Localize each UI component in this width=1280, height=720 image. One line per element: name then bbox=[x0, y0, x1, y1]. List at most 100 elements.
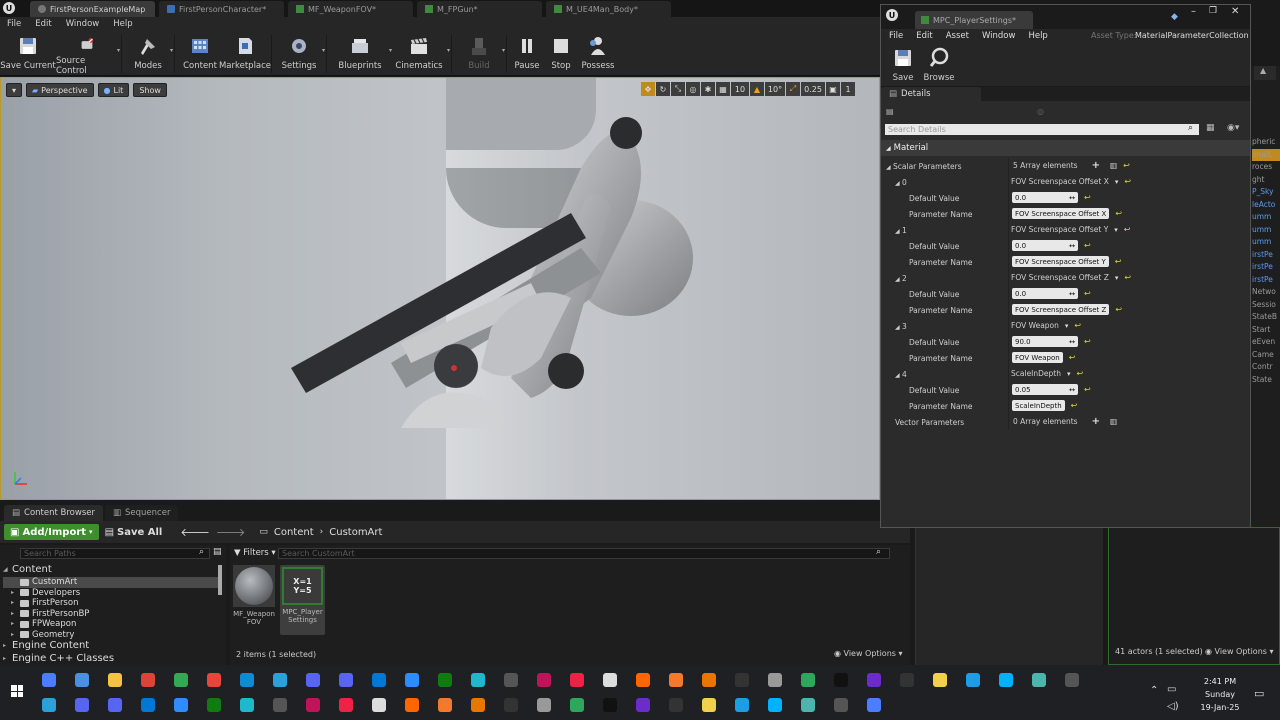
maps-icon[interactable] bbox=[801, 673, 815, 687]
minecraft-icon[interactable] bbox=[207, 698, 221, 712]
save-current-button[interactable]: Save Current bbox=[0, 31, 56, 76]
surface-snap-icon[interactable]: ✱ bbox=[701, 82, 715, 96]
menu-edit[interactable]: Edit bbox=[916, 31, 932, 41]
collapsed-arrow-icon[interactable]: ▸ bbox=[11, 619, 17, 630]
scale-icon[interactable]: ⤡ bbox=[671, 82, 685, 96]
parameter-name-input[interactable]: FOV Weapon bbox=[1012, 352, 1063, 363]
zoom-icon[interactable] bbox=[405, 673, 419, 687]
reset-arrow-icon[interactable]: ↩ bbox=[1077, 369, 1084, 378]
messenger-icon[interactable] bbox=[999, 673, 1013, 687]
collapsed-arrow-icon[interactable]: ▸ bbox=[3, 641, 9, 652]
outliner-item[interactable]: irstPe bbox=[1252, 261, 1280, 274]
save-button[interactable]: Save bbox=[890, 47, 916, 87]
outliner-item[interactable]: eEven bbox=[1252, 336, 1280, 349]
reset-arrow-icon[interactable]: ↩ bbox=[1084, 193, 1091, 202]
vpn-icon[interactable] bbox=[1032, 673, 1046, 687]
affinity-icon[interactable] bbox=[306, 698, 320, 712]
material-category-header[interactable]: ◢ Material bbox=[881, 140, 1250, 156]
outliner-item[interactable]: Came bbox=[1252, 349, 1280, 362]
show-button[interactable]: Show bbox=[133, 83, 167, 97]
sync-icon[interactable] bbox=[966, 673, 980, 687]
view-options-icon[interactable]: ▦ bbox=[1206, 123, 1215, 133]
collapsed-arrow-icon[interactable]: ▸ bbox=[11, 588, 17, 599]
doc-tab-mf-weaponfov[interactable]: MF_WeaponFOV* bbox=[288, 1, 413, 17]
visual-studio-icon[interactable] bbox=[438, 698, 452, 712]
tray-up-arrow-icon[interactable]: ⌃ bbox=[1150, 685, 1158, 696]
reset-arrow-icon[interactable]: ↩ bbox=[1124, 177, 1131, 186]
menu-help[interactable]: Help bbox=[113, 19, 132, 29]
pin-icon[interactable]: ◆ bbox=[1171, 12, 1178, 22]
outliner-item[interactable]: State bbox=[1252, 374, 1280, 387]
view-options-button[interactable]: ◉ View Options ▾ bbox=[1205, 647, 1274, 656]
outliner-item[interactable]: irstPe bbox=[1252, 274, 1280, 287]
reset-arrow-icon[interactable]: ↩ bbox=[1071, 401, 1078, 410]
reset-arrow-icon[interactable]: ↩ bbox=[1069, 353, 1076, 362]
spin-arrows-icon[interactable]: ↔ bbox=[1069, 290, 1075, 298]
parameter-name-input[interactable]: FOV Screenspace Offset X bbox=[1012, 208, 1110, 219]
outliner-scroll-icon[interactable]: ▲ bbox=[1254, 66, 1276, 80]
tray-clock[interactable]: 2:41 PM Sunday 19-Jan-25 bbox=[1194, 675, 1246, 714]
outliner-item[interactable]: Start bbox=[1252, 324, 1280, 337]
mongodb-icon[interactable] bbox=[669, 698, 683, 712]
menu-edit[interactable]: Edit bbox=[35, 19, 51, 29]
chrome-icon[interactable] bbox=[141, 673, 155, 687]
meta-icon[interactable] bbox=[75, 698, 89, 712]
terminal-icon[interactable] bbox=[834, 673, 848, 687]
reset-arrow-icon[interactable]: ↩ bbox=[1124, 273, 1131, 282]
outliner-item[interactable]: Netwo bbox=[1252, 286, 1280, 299]
chrome-profile-3-icon[interactable] bbox=[207, 673, 221, 687]
menu-asset[interactable]: Asset bbox=[946, 31, 969, 41]
blender-icon[interactable] bbox=[669, 673, 683, 687]
scale-snap-value[interactable]: 0.25 bbox=[801, 82, 825, 96]
menu-window[interactable]: Window bbox=[66, 19, 100, 29]
vs-code-icon[interactable] bbox=[636, 698, 650, 712]
reset-arrow-icon[interactable]: ↩ bbox=[1084, 289, 1091, 298]
vlc-icon[interactable] bbox=[636, 673, 650, 687]
window-close-icon[interactable]: ✕ bbox=[1231, 6, 1239, 17]
fl-studio-icon[interactable] bbox=[702, 698, 716, 712]
viewport-options-button[interactable]: ▾ bbox=[6, 83, 23, 97]
default-value-input[interactable]: 0.05 ↔ bbox=[1012, 384, 1078, 395]
grid-snap-icon[interactable]: ▦ bbox=[716, 82, 730, 96]
settings-button[interactable]: Settings ▾ bbox=[275, 31, 325, 76]
element-dropdown-icon[interactable]: ▾ bbox=[1115, 178, 1119, 186]
github-icon[interactable] bbox=[603, 673, 617, 687]
camera-speed-icon[interactable]: ▣ bbox=[826, 82, 840, 96]
perplexity-icon[interactable] bbox=[471, 673, 485, 687]
forward-arrow-icon[interactable]: 🡒 bbox=[216, 525, 246, 539]
tree-scrollbar[interactable] bbox=[218, 565, 222, 595]
doc-tab-firstpersoncharacter[interactable]: FirstPersonCharacter* bbox=[159, 1, 284, 17]
grid-snap-value[interactable]: 10 bbox=[731, 82, 749, 96]
delete-all-icon[interactable]: ▥ bbox=[1110, 417, 1117, 426]
folder-tree-item[interactable]: ▸ Geometry bbox=[3, 630, 218, 641]
folder-tree-item[interactable]: ▸ FPWeapon bbox=[3, 619, 218, 630]
asset-tile-mpc-playersettings[interactable]: X=1 Y=5 MPC_Player Settings bbox=[280, 565, 325, 635]
search-customart-input[interactable]: Search CustomArt bbox=[278, 548, 890, 559]
array-element-header[interactable]: FOV Screenspace Offset X ▾ ↩ bbox=[1011, 176, 1131, 187]
folder-tree-item[interactable]: ▸ FirstPersonBP bbox=[3, 609, 218, 620]
snipping-icon[interactable] bbox=[405, 698, 419, 712]
edge-dev-icon[interactable] bbox=[570, 698, 584, 712]
folder-tree-item[interactable]: ▸ FirstPerson bbox=[3, 598, 218, 609]
edge-icon[interactable] bbox=[240, 673, 254, 687]
asset-tile-mf-weaponfov[interactable]: MF_Weapon FOV bbox=[233, 565, 275, 635]
outliner-item[interactable]: Contr bbox=[1252, 361, 1280, 374]
onedrive-icon[interactable] bbox=[42, 698, 56, 712]
tab-mpc-playersettings[interactable]: MPC_PlayerSettings* bbox=[915, 11, 1033, 29]
mpc-editor-window[interactable]: U MPC_PlayerSettings* – ❐ ✕ ◆ File Edit … bbox=[880, 4, 1251, 528]
modes-button[interactable]: Modes ▾ bbox=[125, 31, 173, 76]
rider-2-icon[interactable] bbox=[867, 673, 881, 687]
tor-icon[interactable] bbox=[735, 698, 749, 712]
level-viewport[interactable]: ▾ ▰ Perspective ● Lit Show ✥ ↻ ⤡ ◎ ✱ ▦ 10 … bbox=[0, 77, 880, 500]
spin-arrows-icon[interactable]: ↔ bbox=[1069, 194, 1075, 202]
chrome-profile-2-icon[interactable] bbox=[174, 673, 188, 687]
search-icon[interactable] bbox=[603, 698, 617, 712]
obs-icon[interactable] bbox=[504, 673, 518, 687]
outliner-item[interactable]: StateB bbox=[1252, 311, 1280, 324]
collapsed-arrow-icon[interactable]: ▸ bbox=[11, 630, 17, 641]
delete-all-icon[interactable]: ▥ bbox=[1110, 161, 1117, 170]
reset-arrow-icon[interactable]: ↩ bbox=[1123, 161, 1130, 170]
menu-file[interactable]: File bbox=[7, 19, 21, 29]
add-import-button[interactable]: ▣ Add/Import ▾ bbox=[4, 524, 99, 540]
outliner-item[interactable]: ght bbox=[1252, 174, 1280, 187]
